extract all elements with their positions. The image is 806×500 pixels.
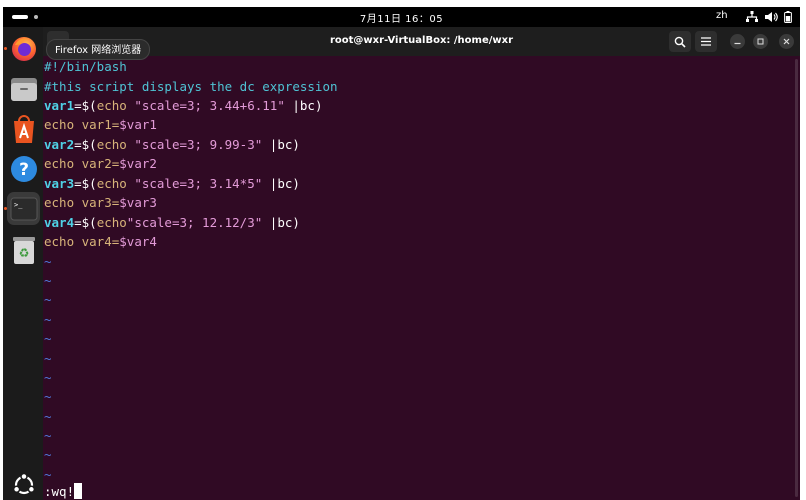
echo-line-var3: echo var3=$var3	[44, 193, 157, 212]
echo-command: echo	[96, 137, 127, 152]
empty-line-tilde: ~	[44, 409, 52, 424]
echo-line-var1: echo var1=$var1	[44, 115, 157, 134]
var-reference: $var3	[119, 195, 157, 210]
ubuntu-logo-icon	[12, 472, 35, 494]
network-icon[interactable]	[746, 11, 758, 23]
var-name: var3	[44, 176, 75, 191]
input-language-indicator[interactable]: zh	[716, 10, 728, 21]
terminal-glyph: >_	[14, 201, 23, 209]
help-icon: ?	[10, 155, 37, 182]
search-icon	[674, 36, 686, 48]
var-reference: $var1	[119, 117, 157, 132]
scale-string: "scale=3; 9.99-3"	[134, 137, 263, 152]
terminal-icon: >_	[10, 197, 37, 220]
running-indicator	[4, 207, 7, 210]
var-name: var4	[44, 215, 75, 230]
echo-command: echo	[96, 215, 127, 230]
var-reference: $var4	[119, 234, 157, 249]
scrollbar[interactable]	[795, 59, 798, 497]
shebang: #!/bin/bash	[44, 59, 127, 74]
empty-line-tilde: ~	[44, 312, 52, 327]
dock-item-terminal[interactable]: >_	[7, 192, 40, 225]
scale-string: "scale=3; 3.14*5"	[134, 176, 263, 191]
code-line-var1: var1=$(echo "scale=3; 3.44+6.11" |bc)	[44, 96, 322, 115]
empty-line-tilde: ~	[44, 273, 52, 288]
dock-item-help[interactable]: ?	[7, 152, 40, 185]
menu-button[interactable]	[695, 31, 717, 52]
echo-command: echo	[96, 98, 127, 113]
bc-pipe: |bc)	[262, 137, 300, 152]
bc-pipe: |bc)	[262, 215, 300, 230]
empty-line-tilde: ~	[44, 428, 52, 443]
echo-line-var4: echo var4=$var4	[44, 232, 157, 251]
dock: ? >_ ♻	[3, 27, 43, 500]
vim-command-line[interactable]: :wq!	[44, 482, 83, 500]
top-bar: 7月11日 16：05 zh	[3, 7, 800, 27]
code-line-var3: var3=$(echo "scale=3; 3.14*5" |bc)	[44, 174, 300, 193]
dock-item-trash[interactable]: ♻	[7, 233, 40, 266]
echo-text: echo var1=	[44, 117, 120, 132]
empty-line-tilde: ~	[44, 331, 52, 346]
recycle-glyph: ♻	[18, 246, 29, 260]
var-reference: $var2	[119, 156, 157, 171]
subshell-open: =$(	[74, 137, 97, 152]
subshell-open: =$(	[74, 215, 97, 230]
dock-item-firefox[interactable]	[7, 32, 40, 65]
scale-string: "scale=3; 12.12/3"	[126, 215, 263, 230]
echo-text: echo var4=	[44, 234, 120, 249]
empty-line-tilde: ~	[44, 370, 52, 385]
empty-line-tilde: ~	[44, 254, 52, 269]
volume-icon[interactable]	[765, 11, 778, 23]
battery-icon[interactable]	[784, 11, 792, 23]
terminal-window: root@wxr-VirtualBox: /home/wxr #!/bin/ba…	[43, 27, 800, 500]
echo-text: echo var3=	[44, 195, 120, 210]
window-titlebar[interactable]: root@wxr-VirtualBox: /home/wxr	[43, 27, 800, 56]
dock-tooltip: Firefox 网络浏览器	[46, 39, 151, 60]
running-indicator	[4, 47, 7, 50]
files-icon	[10, 77, 37, 101]
close-icon	[783, 38, 790, 45]
restore-icon	[757, 38, 764, 45]
code-line-var4: var4=$(echo"scale=3; 12.12/3" |bc)	[44, 213, 300, 232]
search-button[interactable]	[669, 31, 691, 52]
dock-item-app-center[interactable]	[7, 112, 40, 145]
bc-pipe: |bc)	[262, 176, 300, 191]
echo-command: echo	[96, 176, 127, 191]
empty-line-tilde: ~	[44, 389, 52, 404]
hamburger-icon	[701, 37, 711, 46]
clock[interactable]: 7月11日 16：05	[3, 10, 800, 25]
var-name: var1	[44, 98, 75, 113]
var-name: var2	[44, 137, 75, 152]
dock-item-ubuntu[interactable]	[7, 468, 40, 500]
minimize-button[interactable]	[730, 34, 745, 49]
subshell-open: =$(	[74, 98, 97, 113]
minimize-icon	[734, 42, 741, 45]
trash-icon: ♻	[12, 236, 35, 264]
text-cursor	[74, 483, 83, 499]
echo-text: echo var2=	[44, 156, 120, 171]
bc-pipe: |bc)	[284, 98, 323, 113]
comment-line: #this script displays the dc expression	[44, 77, 338, 96]
empty-line-tilde: ~	[44, 351, 52, 366]
code-line-var2: var2=$(echo "scale=3; 9.99-3" |bc)	[44, 135, 300, 154]
empty-line-tilde: ~	[44, 447, 52, 462]
command-text: :wq!	[44, 484, 75, 499]
scale-string: "scale=3; 3.44+6.11"	[134, 98, 285, 113]
subshell-open: =$(	[74, 176, 97, 191]
echo-line-var2: echo var2=$var2	[44, 154, 157, 173]
vim-editor[interactable]: #!/bin/bash #this script displays the dc…	[44, 56, 793, 500]
dock-item-files[interactable]	[7, 72, 40, 105]
maximize-button[interactable]	[753, 34, 768, 49]
close-button[interactable]	[779, 34, 794, 49]
app-center-icon	[13, 114, 34, 143]
help-glyph: ?	[19, 160, 29, 180]
firefox-icon	[11, 36, 36, 61]
script-comment: #this script displays the dc expression	[44, 79, 338, 94]
empty-line-tilde: ~	[44, 292, 52, 307]
